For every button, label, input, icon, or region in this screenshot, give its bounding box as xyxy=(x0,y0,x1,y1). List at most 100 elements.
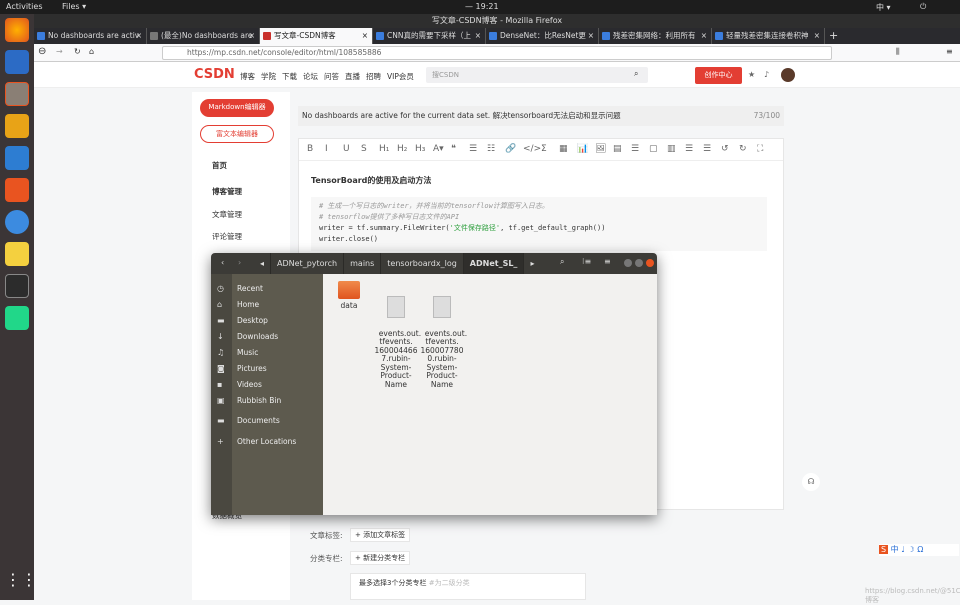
power-icon[interactable]: ⏻ xyxy=(920,2,926,12)
sidebar-item-articles[interactable]: 文章管理 xyxy=(212,209,242,220)
toolbar-button[interactable]: 📊 xyxy=(577,144,588,154)
text-editor-icon[interactable] xyxy=(5,242,29,266)
reload-icon[interactable]: ↻ xyxy=(74,47,81,56)
sidebar-item-comments[interactable]: 评论管理 xyxy=(212,231,242,242)
toolbar-button[interactable]: 🔗 xyxy=(505,144,516,154)
bell-icon[interactable]: ♪ xyxy=(764,70,769,79)
article-title-input[interactable]: No dashboards are active for the current… xyxy=(298,106,784,126)
nav-link[interactable]: 学院 xyxy=(261,71,276,82)
pycharm-icon[interactable] xyxy=(5,306,29,330)
path-crumb[interactable]: tensorboardx_log xyxy=(381,253,464,274)
add-tag-button[interactable]: + 添加文章标签 xyxy=(350,528,411,542)
sidebar-place-videos[interactable]: Videos xyxy=(237,380,262,389)
toolbar-button[interactable]: ⛶ xyxy=(757,144,763,154)
software-icon[interactable] xyxy=(5,178,29,202)
sidebar-place-home[interactable]: Home xyxy=(237,300,259,309)
sidebar-place-desktop[interactable]: Desktop xyxy=(237,316,268,325)
toolbar-button[interactable]: </> xyxy=(523,144,541,154)
search-icon[interactable]: ⌕ xyxy=(560,257,564,267)
toolbar-button[interactable]: ☰ xyxy=(631,144,639,154)
nav-link[interactable]: VIP会员 xyxy=(387,71,414,82)
file-item[interactable]: events.out. tfevents. 160007780 0.rubin-… xyxy=(420,279,467,389)
activities-button[interactable]: Activities xyxy=(6,2,43,11)
rhythmbox-icon[interactable] xyxy=(5,114,29,138)
toolbar-button[interactable]: H₂ xyxy=(397,144,407,154)
sidebar-place-downloads[interactable]: Downloads xyxy=(237,332,278,341)
toolbar-button[interactable]: ☰ xyxy=(469,144,477,154)
toolbar-button[interactable]: S xyxy=(361,144,367,154)
path-right-arrow[interactable]: ▸ xyxy=(524,253,540,274)
tab[interactable]: CNN真的需要下采样（上 × xyxy=(373,28,486,44)
thunderbird-icon[interactable] xyxy=(5,50,29,74)
minimize-button[interactable] xyxy=(624,259,632,267)
nav-link[interactable]: 下载 xyxy=(282,71,297,82)
nav-link[interactable]: 论坛 xyxy=(303,71,318,82)
home-icon[interactable]: ⌂ xyxy=(89,47,94,56)
nav-link[interactable]: 博客 xyxy=(240,71,255,82)
writer-icon[interactable] xyxy=(5,146,29,170)
nav-link[interactable]: 招聘 xyxy=(366,71,381,82)
library-icon[interactable]: ⫼ xyxy=(896,47,900,57)
customer-service-icon[interactable]: ☊ xyxy=(802,473,820,491)
show-apps-icon[interactable]: ⋮⋮ xyxy=(5,570,37,594)
maximize-button[interactable] xyxy=(635,259,643,267)
toolbar-button[interactable]: H₁ xyxy=(379,144,389,154)
forward-icon[interactable]: → xyxy=(56,47,63,56)
tab[interactable]: 残差密集网络：利用所有 × xyxy=(599,28,712,44)
toolbar-button[interactable]: ▥ xyxy=(667,144,676,154)
toolbar-button[interactable]: ▤ xyxy=(613,144,622,154)
star-icon[interactable]: ★ xyxy=(748,70,755,79)
tab[interactable]: DenseNet：比ResNet更 × xyxy=(486,28,599,44)
markdown-editor-button[interactable]: Markdown编辑器 xyxy=(200,99,274,117)
toolbar-button[interactable]: U xyxy=(343,144,350,154)
toolbar-button[interactable]: ↻ xyxy=(739,144,747,154)
firefox-icon[interactable] xyxy=(5,18,29,42)
folder-item[interactable]: data xyxy=(327,281,371,311)
toolbar-button[interactable]: ↺ xyxy=(721,144,729,154)
forward-icon[interactable]: › xyxy=(238,258,241,267)
terminal-icon[interactable] xyxy=(5,274,29,298)
toolbar-button[interactable]: Σ xyxy=(541,144,547,154)
search-icon[interactable]: ⌕ xyxy=(634,69,638,79)
path-left-arrow[interactable]: ◂ xyxy=(254,253,272,274)
tab-active[interactable]: 写文章-CSDN博客 × xyxy=(260,28,373,44)
category-selector[interactable]: 最多选择3个分类专栏 #为二级分类 xyxy=(350,573,586,600)
new-category-button[interactable]: + 新建分类专栏 xyxy=(350,551,411,565)
csdn-logo[interactable]: CSDN xyxy=(194,67,235,82)
sidebar-item-blog-management[interactable]: 博客管理 xyxy=(212,186,242,197)
help-icon[interactable] xyxy=(5,210,29,234)
close-button[interactable] xyxy=(646,259,654,267)
toolbar-button[interactable]: H₃ xyxy=(415,144,425,154)
path-crumb[interactable]: ADNet_pytorch xyxy=(271,253,345,274)
sidebar-place-documents[interactable]: Documents xyxy=(237,416,280,425)
richtext-editor-button[interactable]: 富文本编辑器 xyxy=(200,125,274,143)
sogou-ime-bar[interactable]: S 中 ♩ ☽ Ω xyxy=(879,544,959,556)
toolbar-button[interactable]: A▾ xyxy=(433,144,444,154)
tab[interactable]: No dashboards are activ × xyxy=(34,28,147,44)
view-toggle-icon[interactable]: ⁝≡ xyxy=(582,257,591,266)
toolbar-button[interactable]: ❝ xyxy=(451,144,456,154)
search-input[interactable]: 搜CSDN xyxy=(426,67,648,83)
toolbar-button[interactable]: I xyxy=(325,144,328,154)
toolbar-button[interactable]: ☰ xyxy=(685,144,693,154)
sidebar-place-rubbish-bin[interactable]: Rubbish Bin xyxy=(237,396,281,405)
toolbar-button[interactable]: ☰ xyxy=(703,144,711,154)
sidebar-place-pictures[interactable]: Pictures xyxy=(237,364,267,373)
ime-indicator[interactable]: 中 ▾ xyxy=(876,2,891,13)
path-crumb-current[interactable]: ADNet_SL_ xyxy=(463,253,525,274)
toolbar-button[interactable]: B xyxy=(307,144,313,154)
back-icon[interactable]: ‹ xyxy=(221,258,224,267)
avatar[interactable] xyxy=(781,68,795,82)
sidebar-place-music[interactable]: Music xyxy=(237,348,258,357)
new-tab-button[interactable]: + xyxy=(829,29,838,42)
back-icon[interactable]: ⊖ xyxy=(38,46,46,57)
sidebar-place-recent[interactable]: Recent xyxy=(237,284,263,293)
clock[interactable]: — 19:21 xyxy=(465,2,499,11)
nav-link[interactable]: 问答 xyxy=(324,71,339,82)
path-crumb[interactable]: mains xyxy=(344,253,382,274)
files-icon[interactable] xyxy=(5,82,29,106)
url-bar[interactable]: https://mp.csdn.net/console/editor/html/… xyxy=(162,46,832,60)
sidebar-item-home[interactable]: 首页 xyxy=(212,160,227,171)
create-center-button[interactable]: 创作中心 xyxy=(695,67,742,84)
tab[interactable]: 轻量残差密集连接卷积神 × xyxy=(712,28,825,44)
